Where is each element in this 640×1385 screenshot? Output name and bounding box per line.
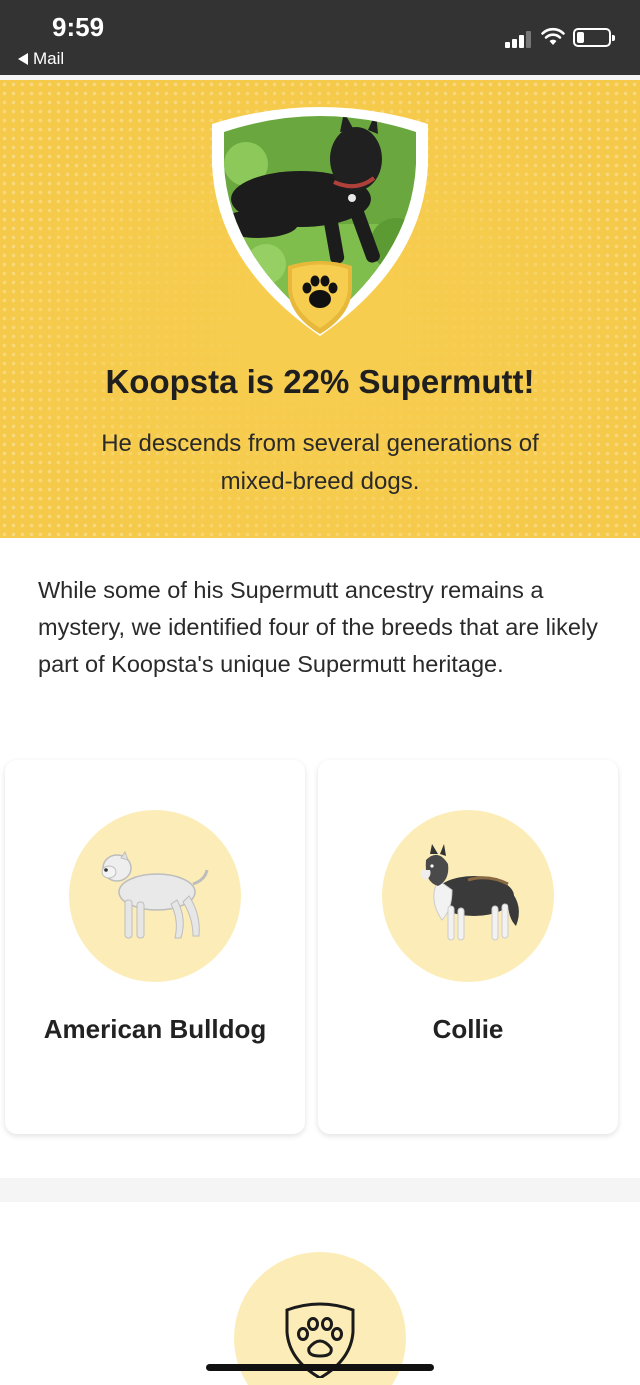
american-bulldog-illustration	[101, 850, 209, 939]
section-divider	[0, 1178, 640, 1202]
supermutt-section	[0, 1202, 640, 1385]
intro-section: While some of his Supermutt ancestry rem…	[0, 538, 640, 1178]
hero-banner: Koopsta is 22% Supermutt! He descends fr…	[0, 80, 640, 538]
cellular-signal-icon	[505, 30, 535, 48]
intro-text: While some of his Supermutt ancestry rem…	[38, 577, 598, 677]
battery-icon	[573, 28, 615, 47]
breed-image-circle	[382, 810, 554, 982]
home-indicator[interactable]	[206, 1364, 434, 1371]
breed-card-collie[interactable]: Collie	[318, 760, 618, 1134]
breed-name: Collie	[432, 1014, 504, 1044]
paw-icon	[288, 261, 352, 334]
breed-card-american-bulldog[interactable]: American Bulldog	[5, 760, 305, 1134]
breed-image-circle	[69, 810, 241, 982]
back-to-mail-button[interactable]: Mail	[18, 49, 64, 69]
breed-name: American Bulldog	[43, 1014, 267, 1044]
status-bar: 9:59 Mail	[0, 0, 640, 75]
collie-illustration	[420, 844, 519, 941]
page-title: Koopsta is 22% Supermutt!	[105, 363, 535, 400]
hero-subtitle: He descends from several generations of …	[101, 430, 539, 495]
wifi-icon	[541, 27, 565, 45]
back-arrow-icon	[18, 53, 28, 65]
status-time: 9:59	[52, 12, 105, 42]
back-label: Mail	[33, 49, 65, 68]
